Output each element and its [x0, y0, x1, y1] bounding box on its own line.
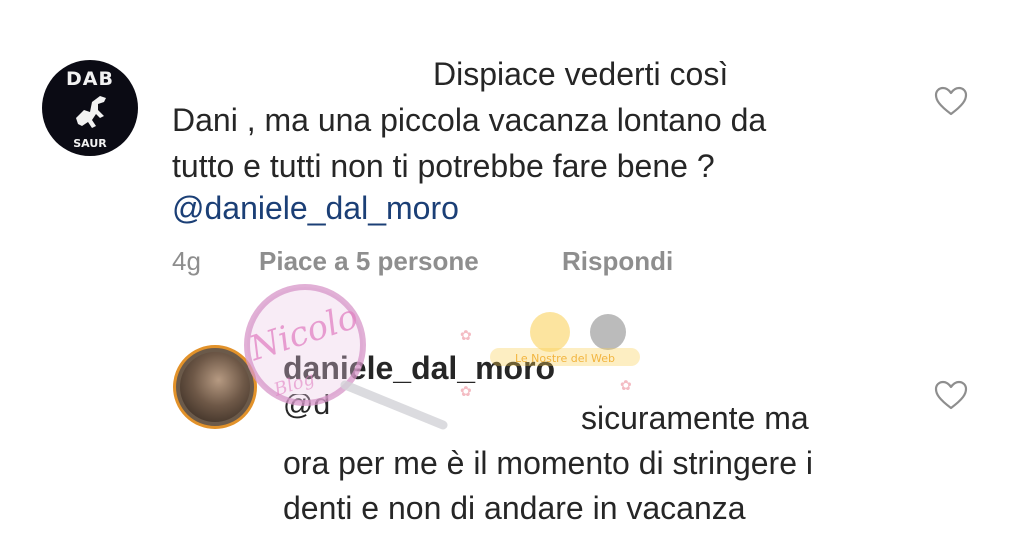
- comment-line-3: tutto e tutti non ti potrebbe fare bene …: [172, 148, 715, 184]
- reply-line-1: sicuramente ma: [581, 400, 809, 436]
- reply-username[interactable]: daniele_dal_moro: [283, 350, 555, 387]
- comment-line-2: Dani , ma una piccola vacanza lontano da: [172, 102, 767, 138]
- comment-line-1: Dispiace vederti così: [433, 56, 729, 92]
- heart-outline-icon[interactable]: [934, 86, 968, 116]
- avatar-logo-text-top: DAB: [66, 68, 114, 90]
- comment-time: 4g: [172, 246, 201, 276]
- reply-line-2: ora per me è il momento di stringere i: [283, 445, 813, 481]
- heart-outline-icon[interactable]: [934, 380, 968, 410]
- avatar-daniele-dal-moro[interactable]: [173, 345, 257, 429]
- mention-link[interactable]: @daniele_dal_moro: [172, 186, 459, 230]
- dinosaur-icon: [76, 96, 106, 128]
- likes-count-link[interactable]: Piace a 5 persone: [259, 246, 479, 277]
- reply-button[interactable]: Rispondi: [562, 246, 673, 277]
- reply-line-3: denti e non di andare in vacanza: [283, 490, 746, 526]
- svg-text:✿: ✿: [620, 377, 632, 393]
- avatar-logo-text-bottom: SAUR: [73, 137, 107, 150]
- avatar-photo: [180, 352, 250, 422]
- avatar-dabosaur[interactable]: DAB SAUR: [42, 60, 138, 156]
- svg-text:✿: ✿: [460, 327, 472, 343]
- reply-mention-partial[interactable]: @d: [283, 394, 330, 424]
